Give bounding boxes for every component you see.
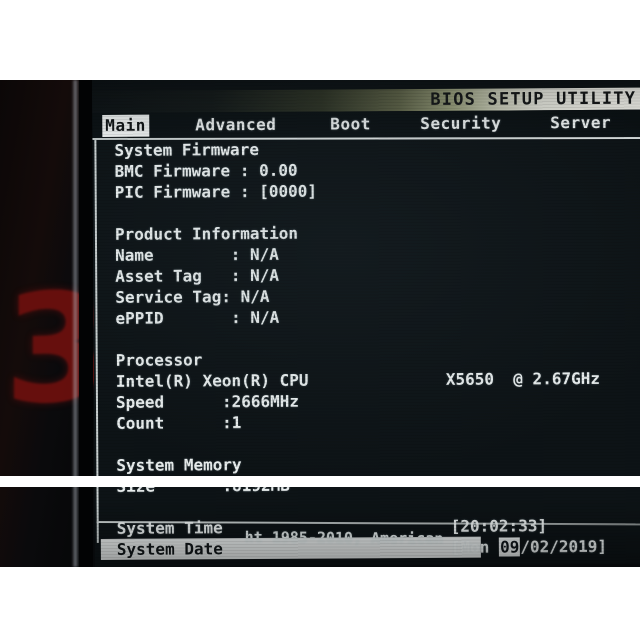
row-cpu-speed: Speed :2666MHz [115, 391, 300, 412]
copyright-text: ht 1985-2010, American [244, 528, 453, 548]
tab-server[interactable]: Server [547, 112, 614, 134]
row-pic-firmware: PIC Firmware : [0000] [114, 181, 318, 202]
bezel-reflection [72, 80, 79, 567]
bios-screen: BIOS SETUP UTILITY Main Advanced Boot Se… [92, 80, 640, 567]
monitor-photo: 3 BIOS SETUP UTILITY Main Advanced Boot … [0, 0, 640, 640]
row-service-tag: Service Tag: N/A [115, 286, 270, 307]
bios-copyright-strip: ht 1985-2010, American [95, 524, 640, 549]
tab-main[interactable]: Main [102, 114, 149, 137]
heading-system-memory: System Memory [116, 455, 242, 475]
heading-system-firmware: System Firmware [114, 139, 259, 160]
photo-band: 3 BIOS SETUP UTILITY Main Advanced Boot … [0, 80, 640, 567]
row-cpu-name: Intel(R) Xeon(R) CPU [115, 370, 309, 391]
tab-advanced[interactable]: Advanced [192, 114, 279, 137]
bezel-inner-edge [79, 80, 93, 567]
row-name: Name : N/A [115, 244, 279, 265]
tab-security[interactable]: Security [417, 112, 504, 135]
row-bmc-firmware: BMC Firmware : 0.00 [114, 160, 298, 181]
heading-processor: Processor [115, 350, 203, 370]
tab-boot[interactable]: Boot [327, 113, 374, 135]
row-cpu-count: Count :1 [116, 413, 242, 433]
bios-title: BIOS SETUP UTILITY [430, 88, 637, 110]
bios-tab-bar: Main Advanced Boot Security Server [92, 109, 640, 139]
row-cpu-model: X5650 @ 2.67GHz [445, 368, 601, 389]
bios-content-panel: System Firmware BMC Firmware : 0.00 PIC … [92, 137, 640, 560]
heading-product-information: Product Information [114, 223, 299, 244]
photo-bottom-crop [0, 476, 640, 487]
row-asset-tag: Asset Tag : N/A [115, 265, 280, 286]
row-eppid: ePPID : N/A [115, 307, 280, 328]
bezel-marking-3: 3 [4, 261, 109, 439]
